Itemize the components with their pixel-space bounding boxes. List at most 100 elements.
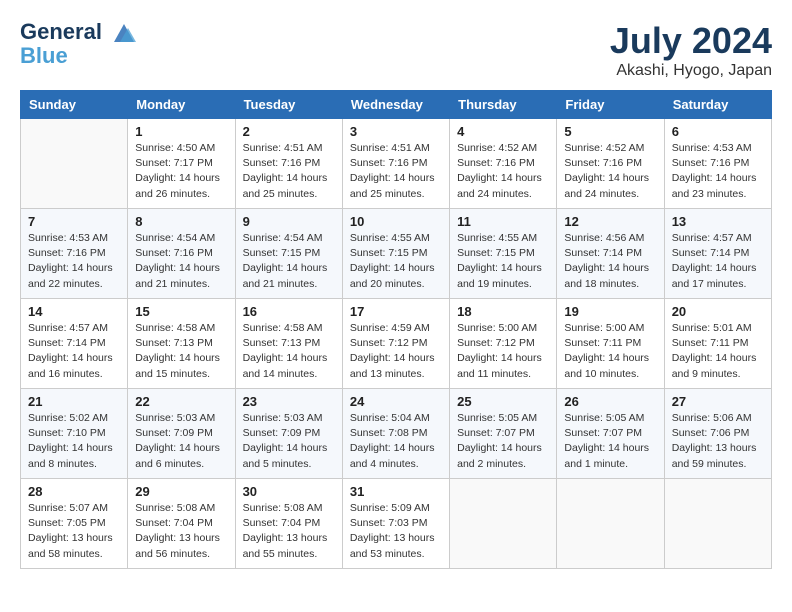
day-number: 23 xyxy=(243,394,335,409)
calendar-cell: 21 Sunrise: 5:02 AMSunset: 7:10 PMDayligh… xyxy=(21,389,128,479)
day-number: 7 xyxy=(28,214,120,229)
day-number: 19 xyxy=(564,304,656,319)
day-info: Sunrise: 4:52 AMSunset: 7:16 PMDaylight:… xyxy=(457,141,549,202)
calendar-cell: 20 Sunrise: 5:01 AMSunset: 7:11 PMDayligh… xyxy=(664,299,771,389)
day-number: 13 xyxy=(672,214,764,229)
day-info: Sunrise: 4:59 AMSunset: 7:12 PMDaylight:… xyxy=(350,321,442,382)
day-info: Sunrise: 5:05 AMSunset: 7:07 PMDaylight:… xyxy=(457,411,549,472)
day-number: 28 xyxy=(28,484,120,499)
calendar-cell xyxy=(450,479,557,569)
day-number: 31 xyxy=(350,484,442,499)
weekday-header: Monday xyxy=(128,91,235,119)
day-info: Sunrise: 5:02 AMSunset: 7:10 PMDaylight:… xyxy=(28,411,120,472)
day-number: 9 xyxy=(243,214,335,229)
logo-text: General xyxy=(20,20,138,44)
calendar-cell: 8 Sunrise: 4:54 AMSunset: 7:16 PMDaylight… xyxy=(128,209,235,299)
calendar-cell: 9 Sunrise: 4:54 AMSunset: 7:15 PMDaylight… xyxy=(235,209,342,299)
day-info: Sunrise: 4:57 AMSunset: 7:14 PMDaylight:… xyxy=(672,231,764,292)
weekday-header: Thursday xyxy=(450,91,557,119)
day-number: 26 xyxy=(564,394,656,409)
day-number: 17 xyxy=(350,304,442,319)
day-number: 30 xyxy=(243,484,335,499)
weekday-header: Sunday xyxy=(21,91,128,119)
day-info: Sunrise: 4:51 AMSunset: 7:16 PMDaylight:… xyxy=(243,141,335,202)
calendar-week-row: 1 Sunrise: 4:50 AMSunset: 7:17 PMDaylight… xyxy=(21,119,772,209)
day-number: 11 xyxy=(457,214,549,229)
day-info: Sunrise: 4:54 AMSunset: 7:15 PMDaylight:… xyxy=(243,231,335,292)
day-info: Sunrise: 4:54 AMSunset: 7:16 PMDaylight:… xyxy=(135,231,227,292)
day-number: 10 xyxy=(350,214,442,229)
logo: General Blue xyxy=(20,20,138,68)
calendar-cell: 22Sunrise: 5:03 AMSunset: 7:09 PMDayligh… xyxy=(128,389,235,479)
day-info: Sunrise: 4:53 AMSunset: 7:16 PMDaylight:… xyxy=(672,141,764,202)
day-info: Sunrise: 5:09 AMSunset: 7:03 PMDaylight:… xyxy=(350,501,442,562)
calendar-cell: 17 Sunrise: 4:59 AMSunset: 7:12 PMDayligh… xyxy=(342,299,449,389)
calendar-cell: 6 Sunrise: 4:53 AMSunset: 7:16 PMDaylight… xyxy=(664,119,771,209)
calendar-cell: 7Sunrise: 4:53 AMSunset: 7:16 PMDaylight… xyxy=(21,209,128,299)
calendar-table: SundayMondayTuesdayWednesdayThursdayFrid… xyxy=(20,90,772,569)
page-header: General Blue July 2024 Akashi, Hyogo, Ja… xyxy=(20,20,772,80)
day-number: 12 xyxy=(564,214,656,229)
day-number: 29 xyxy=(135,484,227,499)
calendar-cell: 27 Sunrise: 5:06 AMSunset: 7:06 PMDayligh… xyxy=(664,389,771,479)
calendar-cell: 10 Sunrise: 4:55 AMSunset: 7:15 PMDayligh… xyxy=(342,209,449,299)
day-info: Sunrise: 5:07 AMSunset: 7:05 PMDaylight:… xyxy=(28,501,120,562)
calendar-cell: 25Sunrise: 5:05 AMSunset: 7:07 PMDayligh… xyxy=(450,389,557,479)
day-number: 24 xyxy=(350,394,442,409)
day-number: 5 xyxy=(564,124,656,139)
day-number: 3 xyxy=(350,124,442,139)
day-info: Sunrise: 5:00 AMSunset: 7:12 PMDaylight:… xyxy=(457,321,549,382)
calendar-cell: 18 Sunrise: 5:00 AMSunset: 7:12 PMDayligh… xyxy=(450,299,557,389)
day-number: 2 xyxy=(243,124,335,139)
calendar-cell: 4 Sunrise: 4:52 AMSunset: 7:16 PMDaylight… xyxy=(450,119,557,209)
weekday-header: Wednesday xyxy=(342,91,449,119)
calendar-cell: 29Sunrise: 5:08 AMSunset: 7:04 PMDayligh… xyxy=(128,479,235,569)
calendar-cell: 24 Sunrise: 5:04 AMSunset: 7:08 PMDayligh… xyxy=(342,389,449,479)
day-info: Sunrise: 4:52 AMSunset: 7:16 PMDaylight:… xyxy=(564,141,656,202)
calendar-cell: 14 Sunrise: 4:57 AMSunset: 7:14 PMDayligh… xyxy=(21,299,128,389)
day-info: Sunrise: 5:04 AMSunset: 7:08 PMDaylight:… xyxy=(350,411,442,472)
calendar-cell: 28 Sunrise: 5:07 AMSunset: 7:05 PMDayligh… xyxy=(21,479,128,569)
day-info: Sunrise: 5:01 AMSunset: 7:11 PMDaylight:… xyxy=(672,321,764,382)
weekday-header: Tuesday xyxy=(235,91,342,119)
weekday-header: Friday xyxy=(557,91,664,119)
day-info: Sunrise: 5:03 AMSunset: 7:09 PMDaylight:… xyxy=(243,411,335,472)
calendar-cell: 2 Sunrise: 4:51 AMSunset: 7:16 PMDaylight… xyxy=(235,119,342,209)
day-number: 8 xyxy=(135,214,227,229)
day-info: Sunrise: 4:51 AMSunset: 7:16 PMDaylight:… xyxy=(350,141,442,202)
day-number: 21 xyxy=(28,394,120,409)
month-title: July 2024 xyxy=(610,20,772,62)
calendar-cell xyxy=(557,479,664,569)
day-number: 14 xyxy=(28,304,120,319)
day-number: 22 xyxy=(135,394,227,409)
calendar-cell xyxy=(21,119,128,209)
title-block: July 2024 Akashi, Hyogo, Japan xyxy=(610,20,772,80)
day-info: Sunrise: 5:00 AMSunset: 7:11 PMDaylight:… xyxy=(564,321,656,382)
calendar-week-row: 28 Sunrise: 5:07 AMSunset: 7:05 PMDayligh… xyxy=(21,479,772,569)
day-number: 6 xyxy=(672,124,764,139)
day-number: 16 xyxy=(243,304,335,319)
day-info: Sunrise: 5:06 AMSunset: 7:06 PMDaylight:… xyxy=(672,411,764,472)
day-info: Sunrise: 4:58 AMSunset: 7:13 PMDaylight:… xyxy=(243,321,335,382)
calendar-week-row: 7Sunrise: 4:53 AMSunset: 7:16 PMDaylight… xyxy=(21,209,772,299)
day-info: Sunrise: 4:50 AMSunset: 7:17 PMDaylight:… xyxy=(135,141,227,202)
day-number: 15 xyxy=(135,304,227,319)
day-info: Sunrise: 4:58 AMSunset: 7:13 PMDaylight:… xyxy=(135,321,227,382)
day-info: Sunrise: 5:08 AMSunset: 7:04 PMDaylight:… xyxy=(243,501,335,562)
header-row: SundayMondayTuesdayWednesdayThursdayFrid… xyxy=(21,91,772,119)
calendar-cell: 30 Sunrise: 5:08 AMSunset: 7:04 PMDayligh… xyxy=(235,479,342,569)
day-info: Sunrise: 4:55 AMSunset: 7:15 PMDaylight:… xyxy=(350,231,442,292)
calendar-cell xyxy=(664,479,771,569)
calendar-cell: 19 Sunrise: 5:00 AMSunset: 7:11 PMDayligh… xyxy=(557,299,664,389)
day-number: 4 xyxy=(457,124,549,139)
calendar-cell: 13 Sunrise: 4:57 AMSunset: 7:14 PMDayligh… xyxy=(664,209,771,299)
weekday-header: Saturday xyxy=(664,91,771,119)
day-number: 27 xyxy=(672,394,764,409)
day-info: Sunrise: 4:57 AMSunset: 7:14 PMDaylight:… xyxy=(28,321,120,382)
logo-icon xyxy=(110,22,138,44)
day-number: 18 xyxy=(457,304,549,319)
calendar-cell: 5 Sunrise: 4:52 AMSunset: 7:16 PMDaylight… xyxy=(557,119,664,209)
calendar-cell: 15 Sunrise: 4:58 AMSunset: 7:13 PMDayligh… xyxy=(128,299,235,389)
day-number: 1 xyxy=(135,124,227,139)
day-number: 20 xyxy=(672,304,764,319)
